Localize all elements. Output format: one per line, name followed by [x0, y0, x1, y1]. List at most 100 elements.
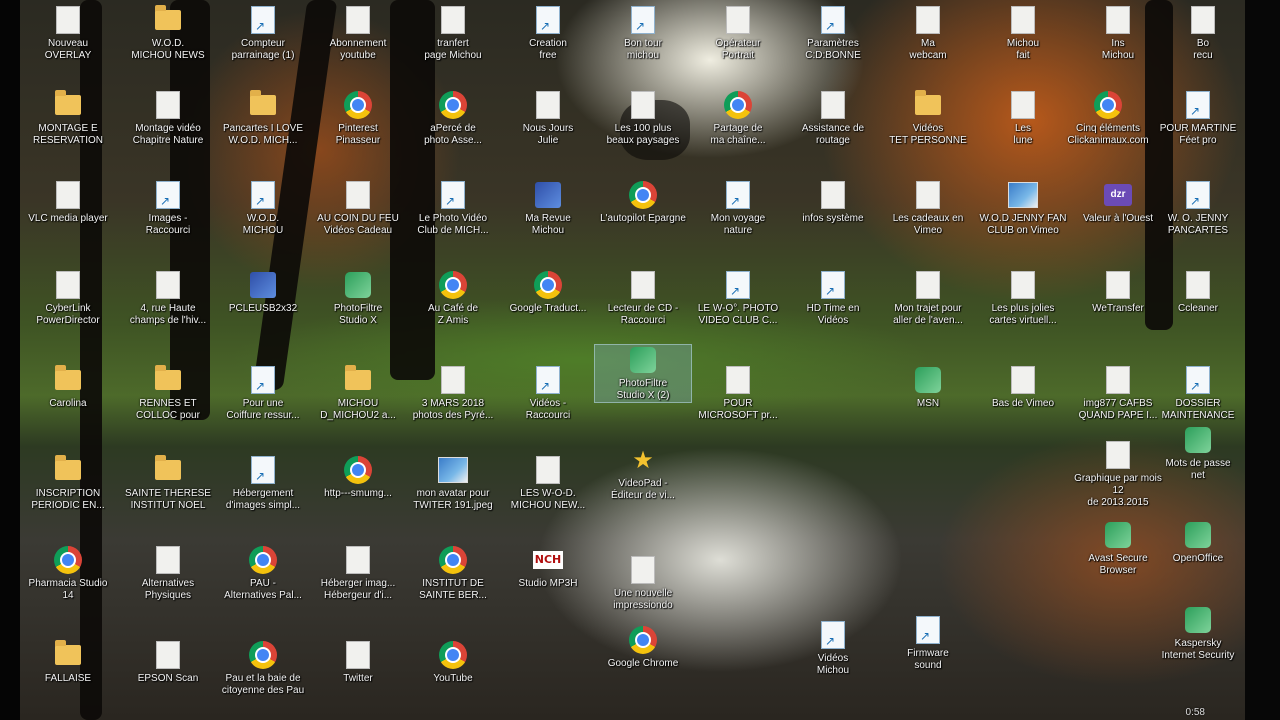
- desktop-icon[interactable]: Les cadeaux en Vimeo: [880, 180, 976, 237]
- desktop-icon-label: Pinterest Pinasseur: [335, 123, 381, 146]
- desktop-icon[interactable]: PhotoFiltre Studio X: [310, 270, 406, 327]
- desktop-icon[interactable]: Au Café de Z Amis: [405, 270, 501, 327]
- desktop-icon[interactable]: MICHOU D_MICHOU2 a...: [310, 365, 406, 422]
- desktop-icon[interactable]: Mon trajet pour aller de l'aven...: [880, 270, 976, 327]
- desktop-icon[interactable]: Pinterest Pinasseur: [310, 90, 406, 147]
- desktop-icon[interactable]: Héberger imag... Hébergeur d'i...: [310, 545, 406, 602]
- desktop-icon[interactable]: Vidéos TET PERSONNE: [880, 90, 976, 147]
- desktop-icon[interactable]: INSCRIPTION PERIODIC EN...: [20, 455, 116, 512]
- desktop-icon[interactable]: MONTAGE E RESERVATION: [20, 90, 116, 147]
- desktop-icon-label: Le Photo Vidéo Club de MICH...: [417, 213, 489, 236]
- desktop-icon[interactable]: Cinq éléments Clickanimaux.com: [1060, 90, 1156, 147]
- desktop-icon[interactable]: PAU - Alternatives Pal...: [215, 545, 311, 602]
- desktop-icon[interactable]: VLC media player: [20, 180, 116, 225]
- desktop-icon[interactable]: Images - Raccourci: [120, 180, 216, 237]
- desktop-icon[interactable]: OpenOffice: [1150, 520, 1245, 565]
- desktop-icon[interactable]: Assistance de routage: [785, 90, 881, 147]
- desktop-icon-label: MONTAGE E RESERVATION: [32, 123, 103, 146]
- desktop-icon-label: Nouveau OVERLAY: [44, 38, 92, 61]
- desktop-icon[interactable]: YouTube: [405, 640, 501, 685]
- desktop-icon[interactable]: aPercé de photo Asse...: [405, 90, 501, 147]
- desktop-icon[interactable]: Hébergement d'images simpl...: [215, 455, 311, 512]
- desktop-icon[interactable]: Pour une Coiffure ressur...: [215, 365, 311, 422]
- desktop-icon[interactable]: Partage de ma chaîne...: [690, 90, 786, 147]
- desktop-icon[interactable]: 4, rue Haute champs de l'hiv...: [120, 270, 216, 327]
- desktop-icon[interactable]: Twitter: [310, 640, 406, 685]
- desktop-icon[interactable]: LE W-O°. PHOTO VIDEO CLUB C...: [690, 270, 786, 327]
- desktop-icon[interactable]: POUR MARTINE Féet pro: [1150, 90, 1245, 147]
- desktop-icon[interactable]: Google Traduct...: [500, 270, 596, 315]
- desktop-icon[interactable]: Lecteur de CD - Raccourci: [595, 270, 691, 327]
- desktop-icon[interactable]: ★ VideoPad - Éditeur de vi...: [595, 445, 691, 502]
- desktop-icon[interactable]: Ccleaner: [1150, 270, 1245, 315]
- shortcut-icon: [1183, 180, 1213, 210]
- desktop-icon[interactable]: Montage vidéo Chapitre Nature: [120, 90, 216, 147]
- desktop-icon[interactable]: Vidéos - Raccourci: [500, 365, 596, 422]
- desktop-icon[interactable]: Nouveau OVERLAY: [20, 5, 116, 62]
- desktop-icon[interactable]: Kaspersky Internet Security: [1150, 605, 1245, 662]
- desktop-icon[interactable]: Bo recu: [1155, 5, 1245, 62]
- desktop-icon-label: Images - Raccourci: [145, 213, 191, 236]
- document-icon: [1103, 270, 1133, 300]
- desktop-icon-label: Nous Jours Julie: [522, 123, 574, 146]
- desktop-icon[interactable]: Nous Jours Julie: [500, 90, 596, 147]
- desktop-icon[interactable]: Une nouvelle impressiondo: [595, 555, 691, 612]
- desktop-icon[interactable]: CyberLink PowerDirector: [20, 270, 116, 327]
- desktop-icon[interactable]: Ma Revue Michou: [500, 180, 596, 237]
- desktop-icon[interactable]: Mots de passe net: [1150, 425, 1245, 482]
- desktop-icon[interactable]: Firmware sound: [880, 615, 976, 672]
- desktop-icon[interactable]: W. O. JENNY PANCARTES: [1150, 180, 1245, 237]
- desktop-icon[interactable]: Pancartes I LOVE W.O.D. MICH...: [215, 90, 311, 147]
- desktop-icon[interactable]: W.O.D JENNY FAN CLUB on Vimeo: [975, 180, 1071, 237]
- desktop-icon[interactable]: DOSSIER MAINTENANCE: [1150, 365, 1245, 422]
- taskbar-clock[interactable]: 0:58: [1186, 707, 1205, 718]
- desktop-icon[interactable]: W.O.D. MICHOU: [215, 180, 311, 237]
- desktop-icon[interactable]: Ins Michou: [1070, 5, 1166, 62]
- desktop-icon[interactable]: Les 100 plus beaux paysages: [595, 90, 691, 147]
- desktop-icon[interactable]: Paramètres C:D:BONNE: [785, 5, 881, 62]
- desktop-icon[interactable]: SAINTE THERESE INSTITUT NOEL: [120, 455, 216, 512]
- desktop-icon[interactable]: AU COIN DU FEU Vidéos Cadeau: [310, 180, 406, 237]
- desktop-icon[interactable]: http---smumg...: [310, 455, 406, 500]
- desktop-icon[interactable]: L'autopilot Epargne: [595, 180, 691, 225]
- desktop-icon[interactable]: tranfert page Michou: [405, 5, 501, 62]
- desktop-icon[interactable]: FALLAISE: [20, 640, 116, 685]
- desktop-icon[interactable]: RENNES ET COLLOC pour: [120, 365, 216, 422]
- desktop-icon[interactable]: NCH Studio MP3H: [500, 545, 596, 590]
- desktop-icon[interactable]: mon avatar pour TWITER 191.jpeg: [405, 455, 501, 512]
- desktop-icon[interactable]: PCLEUSB2x32: [215, 270, 311, 315]
- desktop-icon[interactable]: LES W-O-D. MICHOU NEW...: [500, 455, 596, 512]
- desktop-icon[interactable]: PhotoFiltre Studio X (2): [594, 344, 692, 403]
- desktop-icon[interactable]: W.O.D. MICHOU NEWS: [120, 5, 216, 62]
- desktop-icon[interactable]: INSTITUT DE SAINTE BER...: [405, 545, 501, 602]
- desktop-icon[interactable]: EPSON Scan: [120, 640, 216, 685]
- desktop-icon[interactable]: infos système: [785, 180, 881, 225]
- desktop-icon[interactable]: Vidéos Michou: [785, 620, 881, 677]
- desktop-icon[interactable]: Bon tour michou: [595, 5, 691, 62]
- desktop-icon[interactable]: Ma webcam: [880, 5, 976, 62]
- desktop-icon-label: Bo recu: [1193, 38, 1213, 61]
- desktop-icon[interactable]: Bas de Vimeo: [975, 365, 1071, 410]
- desktop-icon[interactable]: Pharmacia Studio 14: [20, 545, 116, 602]
- desktop-icon[interactable]: Mon voyage nature: [690, 180, 786, 237]
- desktop-icon[interactable]: Google Chrome: [595, 625, 691, 670]
- desktop-icon[interactable]: Alternatives Physiques: [120, 545, 216, 602]
- desktop-icon[interactable]: MSN: [880, 365, 976, 410]
- document-icon: [53, 270, 83, 300]
- desktop-icon-label: INSCRIPTION PERIODIC EN...: [31, 488, 105, 511]
- desktop-icon[interactable]: Abonnement youtube: [310, 5, 406, 62]
- desktop-icon[interactable]: Le Photo Vidéo Club de MICH...: [405, 180, 501, 237]
- desktop-icon[interactable]: Creation free: [500, 5, 596, 62]
- desktop-icon[interactable]: Michou fait: [975, 5, 1071, 62]
- desktop-icon[interactable]: 3 MARS 2018 photos des Pyré...: [405, 365, 501, 422]
- desktop-icon[interactable]: Opérateur Portrait: [690, 5, 786, 62]
- desktop-icon[interactable]: HD Time en Vidéos: [785, 270, 881, 327]
- application-icon: [1103, 520, 1133, 550]
- desktop-icon[interactable]: POUR MICROSOFT pr...: [690, 365, 786, 422]
- desktop-icon[interactable]: Compteur parrainage (1): [215, 5, 311, 62]
- desktop-icon[interactable]: Les plus jolies cartes virtuell...: [975, 270, 1071, 327]
- desktop-icon[interactable]: Les lune: [975, 90, 1071, 147]
- desktop-icon[interactable]: Carolina: [20, 365, 116, 410]
- desktop-icon-label: W.O.D. MICHOU NEWS: [131, 38, 205, 61]
- desktop-icon[interactable]: Pau et la baie de citoyenne des Pau: [215, 640, 311, 697]
